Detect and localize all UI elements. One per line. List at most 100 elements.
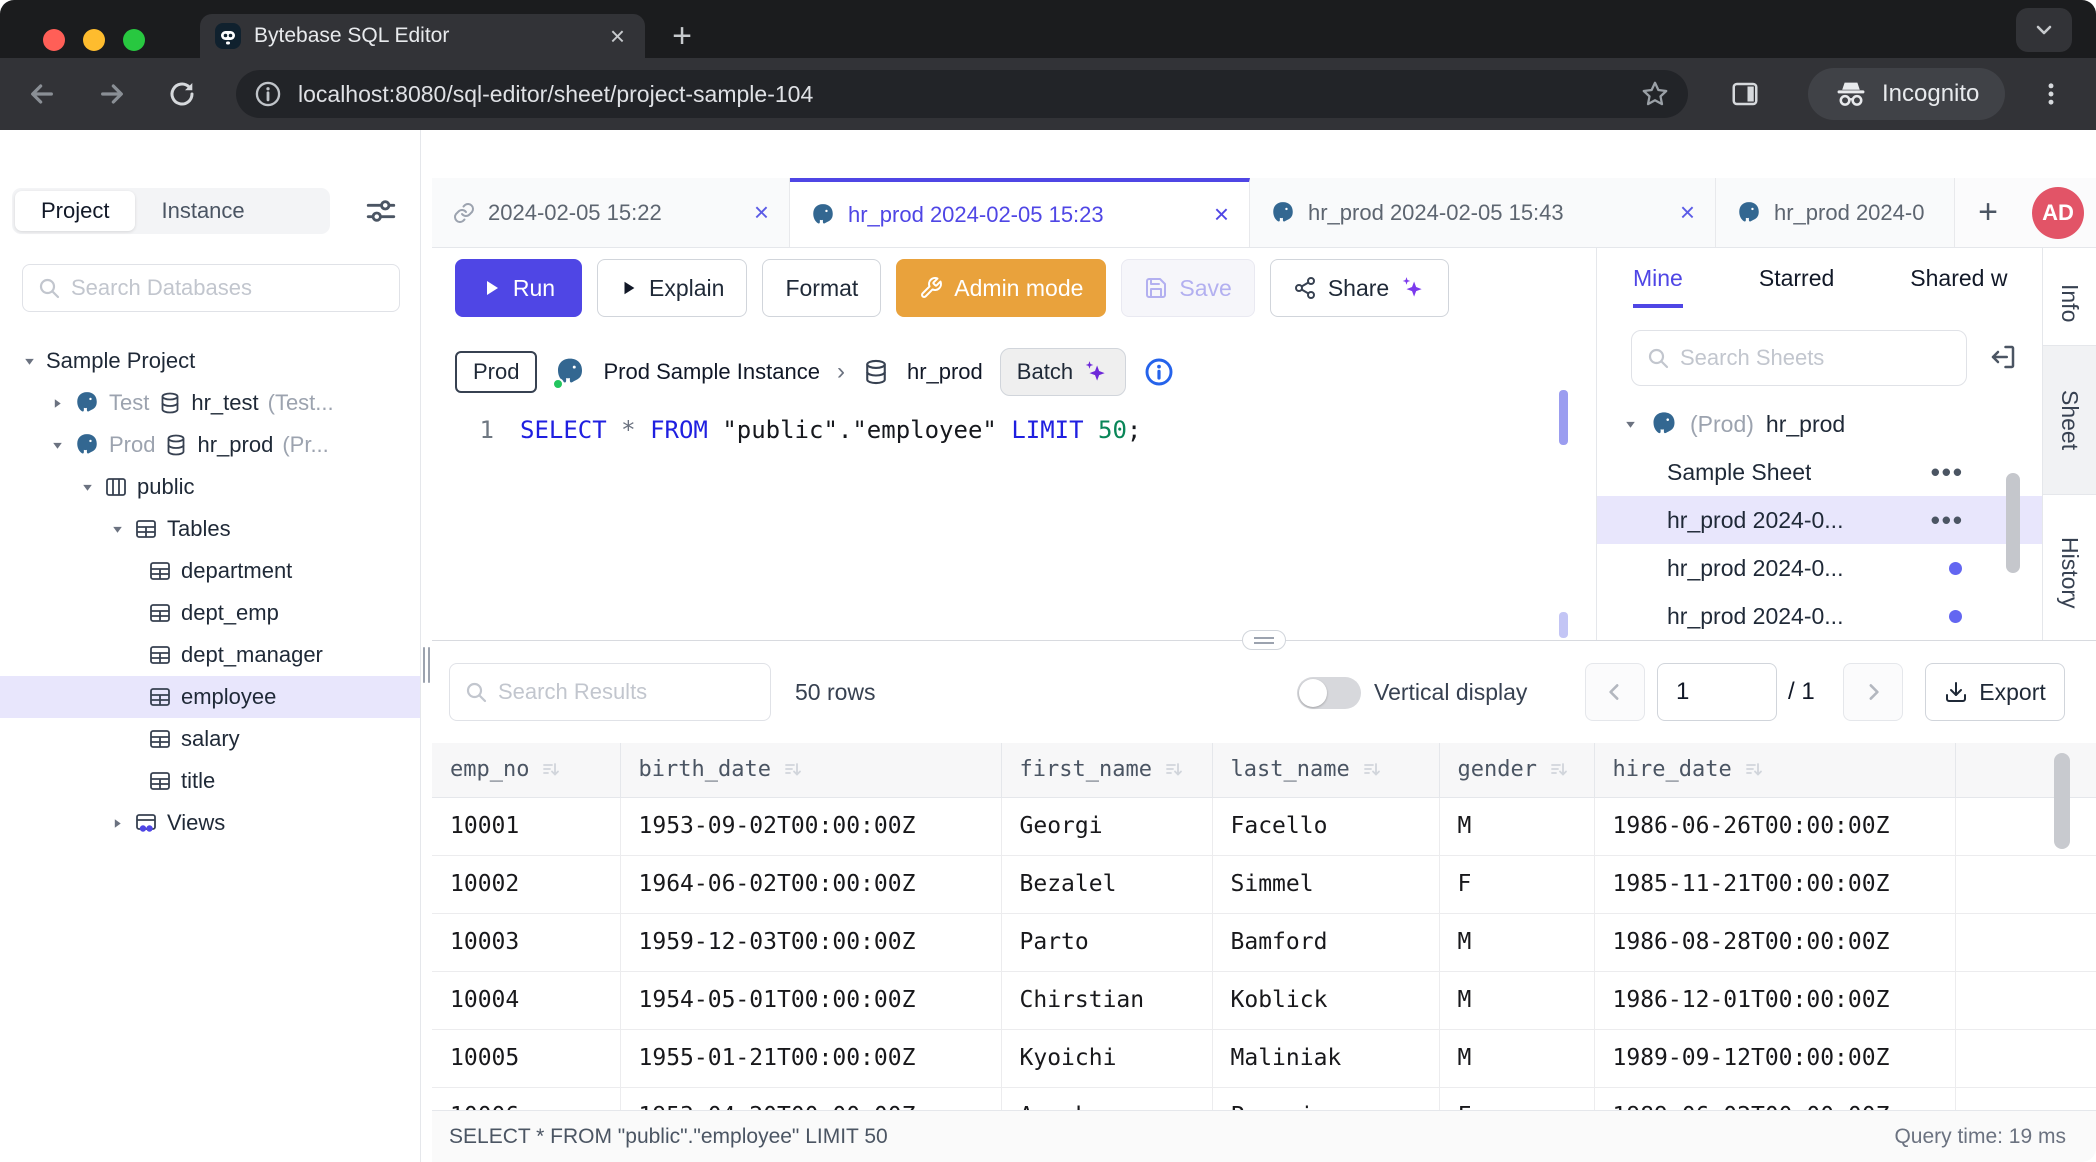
table-cell[interactable]: Bamford — [1212, 913, 1439, 971]
browser-tab[interactable]: Bytebase SQL Editor × — [200, 14, 645, 58]
sort-icon[interactable] — [1164, 760, 1184, 780]
tab-info[interactable]: Info — [2043, 262, 2096, 344]
prev-page-button[interactable] — [1585, 663, 1645, 721]
tab-history[interactable]: History — [2043, 508, 2096, 638]
sheet-tab-4[interactable]: hr_prod 2024-0 — [1716, 178, 1955, 247]
format-button[interactable]: Format — [762, 259, 881, 317]
tab-project[interactable]: Project — [15, 191, 135, 231]
tree-item-prod-hr-prod[interactable]: Prod hr_prod (Pr... — [0, 424, 420, 466]
caret-down-icon[interactable] — [110, 522, 125, 537]
explain-button[interactable]: Explain — [597, 259, 747, 317]
table-cell[interactable]: 1985-11-21T00:00:00Z — [1594, 855, 1955, 913]
sort-icon[interactable] — [1362, 760, 1382, 780]
table-cell[interactable]: 1955-01-21T00:00:00Z — [620, 1029, 1001, 1087]
sidebar-resize-handle[interactable] — [421, 637, 432, 693]
minimize-window-button[interactable] — [83, 29, 105, 51]
sheet-tab-3[interactable]: hr_prod 2024-02-05 15:43 × — [1250, 178, 1716, 247]
tab-instance[interactable]: Instance — [135, 191, 270, 231]
search-sheets-input[interactable] — [1631, 330, 1967, 386]
more-menu-icon[interactable]: ••• — [1931, 457, 1964, 488]
column-header[interactable]: gender — [1439, 743, 1594, 797]
caret-down-icon[interactable] — [1623, 417, 1638, 432]
import-sheet-icon[interactable] — [1988, 342, 2018, 372]
splitter-drag-handle[interactable] — [1242, 630, 1286, 650]
page-input[interactable] — [1657, 663, 1777, 721]
avatar[interactable]: AD — [2032, 187, 2084, 239]
save-button[interactable]: Save — [1121, 259, 1254, 317]
tree-item-dept-manager[interactable]: dept_manager — [0, 634, 420, 676]
table-cell[interactable]: 1986-12-01T00:00:00Z — [1594, 971, 1955, 1029]
sheet-tab-2-active[interactable]: hr_prod 2024-02-05 15:23 × — [790, 178, 1250, 247]
table-cell[interactable]: Georgi — [1001, 797, 1212, 855]
table-cell[interactable]: 1986-06-26T00:00:00Z — [1594, 797, 1955, 855]
column-header[interactable]: emp_no — [432, 743, 620, 797]
table-cell[interactable]: Facello — [1212, 797, 1439, 855]
close-window-button[interactable] — [43, 29, 65, 51]
sort-icon[interactable] — [1744, 760, 1764, 780]
table-cell[interactable]: 1989-09-12T00:00:00Z — [1594, 1029, 1955, 1087]
sheet-list-scrollbar-thumb[interactable] — [2006, 473, 2020, 573]
table-cell[interactable]: 10002 — [432, 855, 620, 913]
sort-icon[interactable] — [541, 760, 561, 780]
tree-item-public-schema[interactable]: public — [0, 466, 420, 508]
batch-button[interactable]: Batch — [1000, 348, 1126, 396]
table-cell[interactable]: 1986-08-28T00:00:00Z — [1594, 913, 1955, 971]
add-sheet-tab-button[interactable]: + — [1965, 178, 2011, 247]
table-cell[interactable]: 10004 — [432, 971, 620, 1029]
results-scrollbar-thumb[interactable] — [2054, 753, 2070, 849]
close-sheet-tab-icon[interactable]: × — [1206, 199, 1229, 230]
table-cell[interactable]: M — [1439, 1029, 1594, 1087]
run-button[interactable]: Run — [455, 259, 582, 317]
caret-down-icon[interactable] — [80, 480, 95, 495]
side-panel-icon[interactable] — [1730, 79, 1760, 109]
table-cell[interactable]: 10003 — [432, 913, 620, 971]
table-cell[interactable]: Bezalel — [1001, 855, 1212, 913]
database-name[interactable]: hr_prod — [907, 359, 983, 385]
table-cell[interactable]: 1954-05-01T00:00:00Z — [620, 971, 1001, 1029]
table-cell[interactable]: 10001 — [432, 797, 620, 855]
table-cell[interactable]: Parto — [1001, 913, 1212, 971]
caret-down-icon[interactable] — [50, 438, 65, 453]
table-cell[interactable]: F — [1439, 855, 1594, 913]
sheet-item-current[interactable]: hr_prod 2024-0... ••• — [1597, 496, 2042, 544]
sort-icon[interactable] — [1549, 760, 1569, 780]
close-sheet-tab-icon[interactable]: × — [746, 197, 769, 228]
tree-item-sample-project[interactable]: Sample Project — [0, 340, 420, 382]
search-databases-input[interactable] — [22, 264, 400, 312]
table-cell[interactable]: Preusig — [1212, 1087, 1439, 1110]
tree-item-test-hr-test[interactable]: Test hr_test (Test... — [0, 382, 420, 424]
tree-item-title[interactable]: title — [0, 760, 420, 802]
browser-menu-icon[interactable] — [2037, 80, 2065, 108]
search-sheets-field[interactable] — [1680, 345, 1952, 371]
table-cell[interactable]: F — [1439, 1087, 1594, 1110]
tree-item-tables-group[interactable]: Tables — [0, 508, 420, 550]
table-cell[interactable]: 1953-04-20T00:00:00Z — [620, 1087, 1001, 1110]
tree-item-dept-emp[interactable]: dept_emp — [0, 592, 420, 634]
export-button[interactable]: Export — [1925, 663, 2065, 721]
tree-item-salary[interactable]: salary — [0, 718, 420, 760]
caret-right-icon[interactable] — [110, 816, 125, 831]
new-tab-button[interactable]: + — [660, 14, 704, 58]
table-cell[interactable]: 1989-06-02T00:00:00Z — [1594, 1087, 1955, 1110]
column-header[interactable]: last_name — [1212, 743, 1439, 797]
tab-sheet[interactable]: Sheet — [2043, 345, 2096, 495]
table-cell[interactable]: 10005 — [432, 1029, 620, 1087]
editor-scrollbar-thumb[interactable] — [1559, 390, 1568, 445]
close-sheet-tab-icon[interactable]: × — [1672, 197, 1695, 228]
next-page-button[interactable] — [1843, 663, 1903, 721]
table-cell[interactable]: M — [1439, 913, 1594, 971]
sheet-item-sample-sheet[interactable]: Sample Sheet ••• — [1597, 448, 2042, 496]
caret-down-icon[interactable] — [22, 354, 37, 369]
sheet-item[interactable]: hr_prod 2024-0... — [1597, 592, 2042, 640]
vertical-display-toggle[interactable] — [1297, 677, 1361, 709]
share-button[interactable]: Share — [1270, 259, 1449, 317]
sheet-group-hr-prod[interactable]: (Prod) hr_prod — [1597, 400, 2042, 448]
table-cell[interactable]: 1959-12-03T00:00:00Z — [620, 913, 1001, 971]
table-cell[interactable]: M — [1439, 797, 1594, 855]
sheet-item[interactable]: hr_prod 2024-0... — [1597, 544, 2042, 592]
sort-icon[interactable] — [783, 760, 803, 780]
admin-mode-button[interactable]: Admin mode — [896, 259, 1106, 317]
search-results-field[interactable] — [498, 679, 756, 705]
column-header[interactable]: birth_date — [620, 743, 1001, 797]
tree-item-views-group[interactable]: Views — [0, 802, 420, 844]
